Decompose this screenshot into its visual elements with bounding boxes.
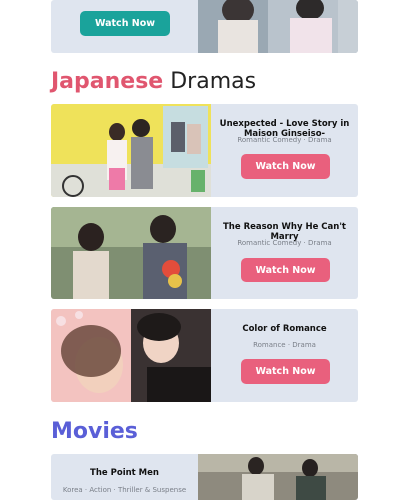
movie-info: The Point Men Korea · Action · Thriller … bbox=[51, 454, 198, 500]
poster-image[interactable] bbox=[51, 207, 211, 299]
section-title-japanese-dramas: Japanese Dramas bbox=[51, 70, 256, 94]
drama-card: Unexpected - Love Story in Maison Ginsei… bbox=[51, 104, 358, 197]
drama-genre: Romance · Drama bbox=[253, 341, 316, 349]
poster-image[interactable] bbox=[51, 309, 211, 402]
drama-info: The Reason Why He Can't Marry Romantic C… bbox=[211, 207, 358, 299]
drama-genre: Romantic Comedy · Drama bbox=[237, 239, 332, 247]
drama-card: Color of Romance Romance · Drama Watch N… bbox=[51, 309, 358, 402]
watch-now-button[interactable]: Watch Now bbox=[241, 154, 330, 179]
section-title-accent: Japanese bbox=[51, 69, 164, 94]
poster-image[interactable] bbox=[198, 0, 358, 53]
section-title-rest: Dramas bbox=[170, 69, 257, 94]
poster-image[interactable] bbox=[198, 454, 358, 500]
poster-art bbox=[198, 0, 358, 53]
movie-card: The Point Men Korea · Action · Thriller … bbox=[51, 454, 358, 500]
movie-title[interactable]: The Point Men bbox=[51, 468, 198, 478]
section-title-movies: Movies bbox=[51, 419, 138, 444]
drama-info: Unexpected - Love Story in Maison Ginsei… bbox=[211, 104, 358, 197]
featured-card-top: Watch Now bbox=[51, 0, 358, 53]
poster-art bbox=[198, 454, 358, 500]
poster-art bbox=[51, 104, 211, 197]
drama-title[interactable]: Color of Romance bbox=[211, 324, 358, 334]
watch-now-button[interactable]: Watch Now bbox=[241, 258, 330, 282]
drama-card: The Reason Why He Can't Marry Romantic C… bbox=[51, 207, 358, 299]
drama-genre: Romantic Comedy · Drama bbox=[237, 136, 332, 144]
poster-art bbox=[51, 207, 211, 299]
poster-image[interactable] bbox=[51, 104, 211, 197]
watch-now-button[interactable]: Watch Now bbox=[80, 11, 170, 36]
watch-now-button[interactable]: Watch Now bbox=[241, 359, 330, 384]
poster-art bbox=[51, 309, 211, 402]
drama-info: Color of Romance Romance · Drama Watch N… bbox=[211, 309, 358, 402]
movie-genre: Korea · Action · Thriller & Suspense bbox=[62, 486, 187, 494]
